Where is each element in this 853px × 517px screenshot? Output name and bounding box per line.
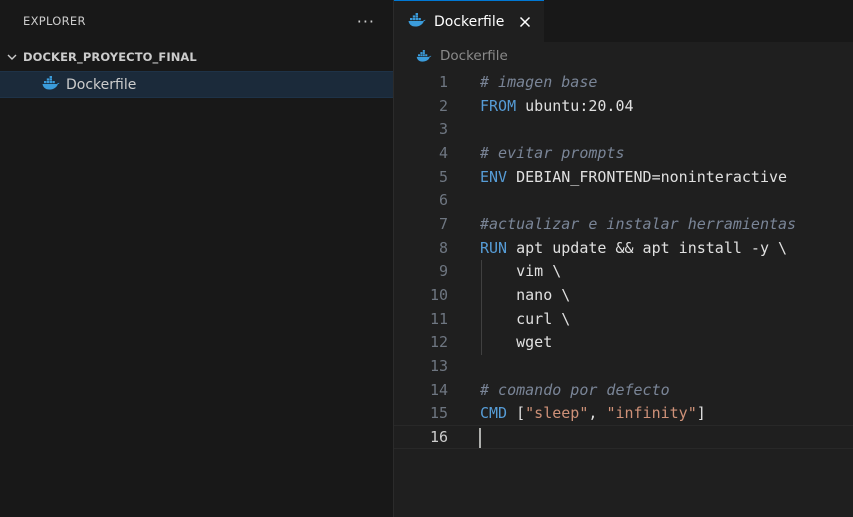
line-text: curl \ [480, 310, 570, 328]
code-token: "sleep" [525, 404, 589, 423]
code-line[interactable]: 12 wget [394, 331, 853, 355]
docker-icon [416, 47, 432, 66]
code-token: RUN [480, 238, 508, 257]
line-text: RUN apt update && apt install -y \ [480, 239, 787, 257]
docker-icon [408, 12, 426, 31]
line-text: CMD ["sleep", "infinity"] [480, 404, 706, 422]
line-number: 6 [438, 191, 448, 210]
line-text: # imagen base [480, 73, 597, 91]
line-number: 4 [438, 143, 448, 162]
code-token: "infinity" [606, 404, 697, 423]
line-text: nano \ [480, 286, 570, 304]
line-number: 11 [429, 309, 448, 328]
text-cursor [479, 428, 481, 449]
line-number: 13 [429, 357, 448, 376]
breadcrumb-item: Dockerfile [440, 48, 508, 64]
code-line[interactable]: 14 # comando por defecto [394, 378, 853, 402]
editor-area: Dockerfile Dockerfile 1 # imagen base 2 FRO… [394, 0, 853, 517]
line-number: 15 [429, 404, 448, 423]
code-line[interactable]: 4 # evitar prompts [394, 141, 853, 165]
more-actions-icon[interactable]: ··· [357, 12, 375, 31]
tab-label: Dockerfile [434, 13, 505, 30]
folder-name: DOCKER_PROYECTO_FINAL [23, 50, 197, 64]
folder-section-header[interactable]: DOCKER_PROYECTO_FINAL [0, 44, 393, 70]
file-label: Dockerfile [66, 76, 137, 93]
line-number: 12 [429, 333, 448, 352]
code-token: wget [480, 333, 553, 352]
code-line[interactable]: 5 ENV DEBIAN_FRONTEND=noninteractive [394, 165, 853, 189]
code-line[interactable]: 16 [394, 425, 853, 449]
code-token: ENV [480, 167, 508, 186]
line-number: 2 [438, 96, 448, 115]
code-editor[interactable]: 1 # imagen base 2 FROM ubuntu:20.04 3 4 # evit… [394, 70, 853, 449]
code-token: # evitar prompts [480, 143, 625, 162]
code-token: nano \ [480, 286, 571, 305]
line-number: 9 [438, 262, 448, 281]
chevron-down-icon [4, 49, 20, 65]
code-token: ] [696, 404, 706, 423]
line-number: 1 [438, 72, 448, 91]
indent-guide [481, 260, 482, 355]
line-text: #actualizar e instalar herramientas [480, 215, 796, 233]
file-item-dockerfile[interactable]: Dockerfile [0, 71, 393, 98]
line-number: 5 [438, 167, 448, 186]
explorer-header: EXPLORER ··· [0, 0, 393, 42]
code-line[interactable]: 8 RUN apt update && apt install -y \ [394, 236, 853, 260]
close-icon[interactable] [518, 15, 532, 29]
code-line[interactable]: 1 # imagen base [394, 70, 853, 94]
line-number: 10 [429, 286, 448, 305]
line-number: 3 [438, 120, 448, 139]
line-number: 8 [438, 238, 448, 257]
code-line[interactable]: 2 FROM ubuntu:20.04 [394, 94, 853, 118]
line-number: 7 [438, 214, 448, 233]
line-number: 14 [429, 380, 448, 399]
code-token: [ [507, 404, 526, 423]
code-token: # comando por defecto [480, 380, 670, 399]
tab-bar: Dockerfile [394, 0, 853, 42]
code-line[interactable]: 6 [394, 188, 853, 212]
line-text: ENV DEBIAN_FRONTEND=noninteractive [480, 168, 787, 186]
line-text: FROM ubuntu:20.04 [480, 97, 634, 115]
code-token: , [588, 404, 607, 423]
code-token: FROM [480, 96, 517, 115]
tab-dockerfile[interactable]: Dockerfile [394, 0, 544, 42]
code-line[interactable]: 10 nano \ [394, 283, 853, 307]
line-text: # evitar prompts [480, 144, 625, 162]
code-token: ubuntu:20.04 [516, 96, 634, 115]
breadcrumb[interactable]: Dockerfile [394, 42, 853, 70]
explorer-title: EXPLORER [23, 14, 86, 28]
code-token: apt update && apt install -y \ [507, 238, 788, 257]
code-token: curl \ [480, 309, 571, 328]
code-line[interactable]: 11 curl \ [394, 307, 853, 331]
code-token: #actualizar e instalar herramientas [480, 214, 797, 233]
code-token: CMD [480, 404, 508, 423]
line-number: 16 [429, 428, 448, 447]
code-line[interactable]: 13 [394, 354, 853, 378]
code-token: vim \ [480, 262, 562, 281]
code-token: DEBIAN_FRONTEND=noninteractive [507, 167, 788, 186]
line-text: # comando por defecto [480, 381, 670, 399]
docker-icon [42, 75, 60, 94]
line-text: vim \ [480, 262, 561, 280]
code-line[interactable]: 15 CMD ["sleep", "infinity"] [394, 402, 853, 426]
code-line[interactable]: 9 vim \ [394, 260, 853, 284]
line-text: wget [480, 333, 552, 351]
code-line[interactable]: 7 #actualizar e instalar herramientas [394, 212, 853, 236]
code-line[interactable]: 3 [394, 117, 853, 141]
explorer-sidebar: EXPLORER ··· DOCKER_PROYECTO_FINAL Docke… [0, 0, 394, 517]
code-token: # imagen base [480, 72, 598, 91]
